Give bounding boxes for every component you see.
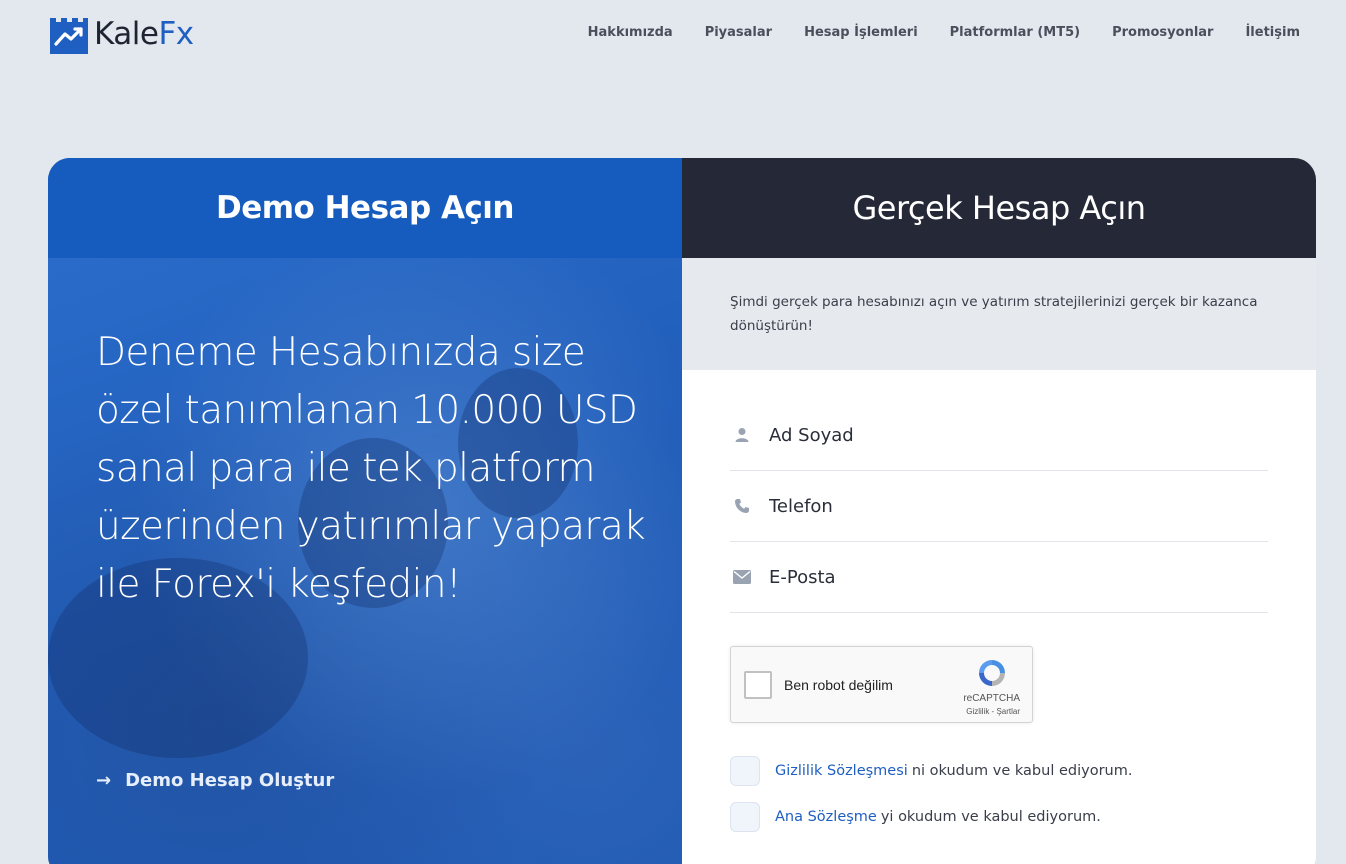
create-demo-label: Demo Hesap Oluştur (125, 770, 335, 791)
create-demo-link[interactable]: → Demo Hesap Oluştur (96, 770, 334, 791)
recaptcha-links[interactable]: Gizlilik - Şartlar (966, 707, 1020, 716)
nav-item-about[interactable]: Hakkımızda (588, 25, 673, 40)
demo-background-photo: Deneme Hesabınızda size özel tanımlanan … (48, 258, 682, 864)
nav-item-promotions[interactable]: Promosyonlar (1112, 25, 1213, 40)
real-account-panel: Gerçek Hesap Açın Şimdi gerçek para hesa… (682, 158, 1316, 864)
brand-name-part2: Fx (158, 16, 194, 52)
account-card: Demo Hesap Açın Deneme Hesabınızda size … (48, 158, 1316, 864)
arrow-right-icon: → (96, 770, 112, 791)
main-nav: Hakkımızda Piyasalar Hesap İşlemleri Pla… (588, 25, 1300, 40)
nav-item-account-operations[interactable]: Hesap İşlemleri (804, 25, 918, 40)
logo[interactable]: KaleFx (48, 14, 194, 54)
brand-name-part1: Kale (94, 16, 159, 52)
real-account-intro: Şimdi gerçek para hesabınızı açın ve yat… (682, 258, 1316, 370)
phone-field (730, 471, 1268, 542)
main-agreement-text: yi okudum ve kabul ediyorum. (880, 809, 1101, 825)
brand-name: KaleFx (94, 16, 194, 52)
demo-tab[interactable]: Demo Hesap Açın (48, 158, 682, 258)
main-agreement: Ana Sözleşme yi okudum ve kabul ediyorum… (730, 802, 1101, 832)
recaptcha-label: Ben robot değilim (784, 677, 893, 693)
recaptcha-logo-icon (979, 660, 1005, 686)
nav-item-markets[interactable]: Piyasalar (705, 25, 772, 40)
nav-item-platforms[interactable]: Platformlar (MT5) (950, 25, 1080, 40)
real-account-tab[interactable]: Gerçek Hesap Açın (682, 158, 1316, 258)
logo-icon (50, 18, 88, 54)
recaptcha-checkbox[interactable] (744, 671, 772, 699)
main-agreement-link[interactable]: Ana Sözleşme (775, 809, 877, 825)
phone-input[interactable] (769, 495, 1249, 517)
nav-item-contact[interactable]: İletişim (1245, 25, 1300, 40)
privacy-policy-link[interactable]: Gizlilik Sözleşmesi (775, 763, 908, 779)
mail-icon (730, 570, 754, 584)
privacy-agreement-text: ni okudum ve kabul ediyorum. (911, 763, 1133, 779)
demo-title: Demo Hesap Açın (215, 190, 515, 226)
main-agreement-checkbox[interactable] (730, 802, 760, 832)
real-account-title: Gerçek Hesap Açın (852, 189, 1146, 227)
email-field (730, 542, 1268, 613)
name-input[interactable] (769, 424, 1249, 446)
privacy-checkbox[interactable] (730, 756, 760, 786)
name-field (730, 400, 1268, 471)
email-input[interactable] (769, 566, 1249, 588)
recaptcha-widget: Ben robot değilim reCAPTCHA Gizlilik - Ş… (730, 646, 1033, 723)
demo-promo-text: Deneme Hesabınızda size özel tanımlanan … (96, 330, 646, 607)
recaptcha-brand: reCAPTCHA (963, 693, 1020, 704)
phone-icon (730, 498, 754, 514)
privacy-agreement: Gizlilik Sözleşmesi ni okudum ve kabul e… (730, 756, 1132, 786)
demo-panel: Demo Hesap Açın Deneme Hesabınızda size … (48, 158, 682, 864)
user-icon (730, 427, 754, 443)
